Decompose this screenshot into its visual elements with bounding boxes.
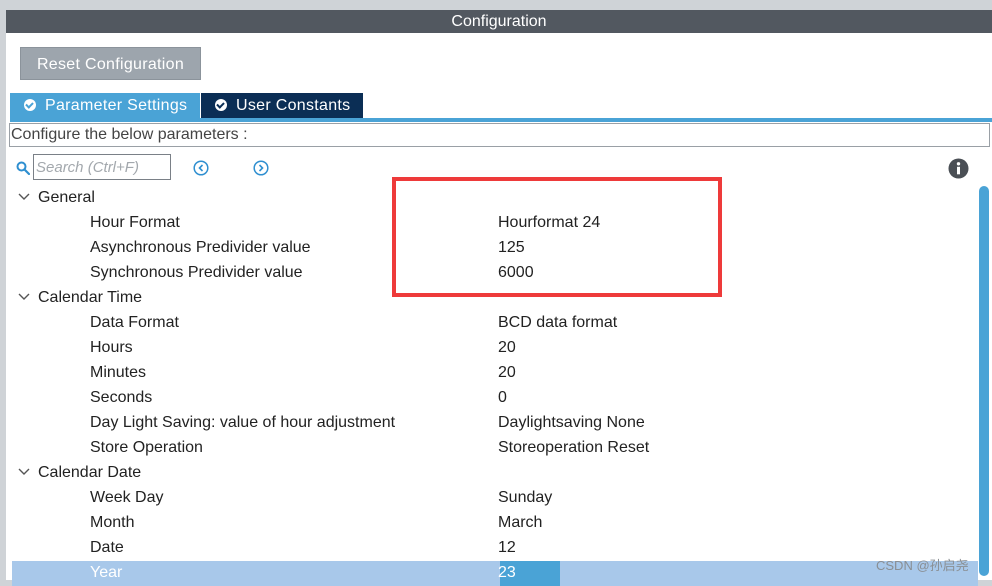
search-input[interactable]	[33, 154, 171, 180]
param-name: Minutes	[90, 364, 147, 381]
circle-left-icon[interactable]	[193, 160, 209, 176]
group-label: General	[38, 189, 95, 206]
param-name: Year	[90, 564, 123, 581]
param-value[interactable]: March	[498, 514, 542, 532]
chevron-down-icon[interactable]	[18, 292, 30, 302]
vertical-scrollbar[interactable]	[979, 186, 989, 580]
param-value[interactable]: 20	[498, 364, 516, 382]
param-value[interactable]: BCD data format	[498, 314, 617, 332]
top-band	[0, 0, 992, 10]
param-name: Data Format	[90, 314, 179, 331]
param-value[interactable]: 12	[498, 539, 516, 557]
param-row-year[interactable]: Year 23	[12, 561, 978, 586]
param-row-daylight-saving[interactable]: Day Light Saving: value of hour adjustme…	[6, 411, 978, 436]
param-name: Week Day	[90, 489, 164, 506]
param-name: Hours	[90, 339, 133, 356]
chevron-down-icon[interactable]	[18, 192, 30, 202]
param-name: Store Operation	[90, 439, 203, 456]
window-title: Configuration	[6, 10, 992, 33]
check-circle-icon	[215, 99, 227, 111]
info-icon[interactable]	[948, 158, 969, 179]
tab-label: User Constants	[236, 97, 351, 114]
param-row-data-format[interactable]: Data Format BCD data format	[6, 311, 978, 336]
reset-configuration-button[interactable]: Reset Configuration	[20, 47, 201, 80]
annotation-highlight-box	[392, 177, 722, 297]
param-name: Asynchronous Predivider value	[90, 239, 311, 256]
param-name: Date	[90, 539, 124, 556]
group-calendar-date[interactable]: Calendar Date	[6, 461, 978, 486]
param-name: Day Light Saving: value of hour adjustme…	[90, 414, 396, 431]
tab-parameter-settings[interactable]: Parameter Settings	[10, 93, 200, 118]
tab-label: Parameter Settings	[45, 97, 188, 114]
param-value[interactable]: Sunday	[498, 489, 552, 507]
param-row-seconds[interactable]: Seconds 0	[6, 386, 978, 411]
param-row-store-operation[interactable]: Store Operation Storeoperation Reset	[6, 436, 978, 461]
chevron-down-icon[interactable]	[18, 467, 30, 477]
param-value[interactable]: 20	[498, 339, 516, 357]
param-row-month[interactable]: Month March	[6, 511, 978, 536]
scroll-thumb[interactable]	[979, 186, 989, 576]
param-name: Month	[90, 514, 135, 531]
circle-right-icon[interactable]	[253, 160, 269, 176]
group-label: Calendar Time	[38, 289, 143, 306]
check-circle-icon	[24, 99, 36, 111]
param-name: Hour Format	[90, 214, 180, 231]
param-name: Synchronous Predivider value	[90, 264, 303, 281]
param-value[interactable]: Storeoperation Reset	[498, 439, 649, 457]
parameters-description: Configure the below parameters :	[9, 123, 990, 147]
configuration-panel: Reset Configuration Parameter Settings U…	[6, 33, 992, 586]
tab-underline	[10, 118, 992, 122]
param-value[interactable]: 23	[498, 564, 516, 582]
param-value[interactable]: 0	[498, 389, 507, 407]
param-row-date[interactable]: Date 12	[6, 536, 978, 561]
watermark-text: CSDN @孙启尧	[876, 558, 969, 573]
tab-user-constants[interactable]: User Constants	[201, 93, 363, 118]
param-value[interactable]: Daylightsaving None	[498, 414, 645, 432]
param-row-minutes[interactable]: Minutes 20	[6, 361, 978, 386]
param-name: Seconds	[90, 389, 153, 406]
param-row-week-day[interactable]: Week Day Sunday	[6, 486, 978, 511]
group-label: Calendar Date	[38, 464, 142, 481]
param-row-hours[interactable]: Hours 20	[6, 336, 978, 361]
search-icon	[16, 161, 30, 175]
